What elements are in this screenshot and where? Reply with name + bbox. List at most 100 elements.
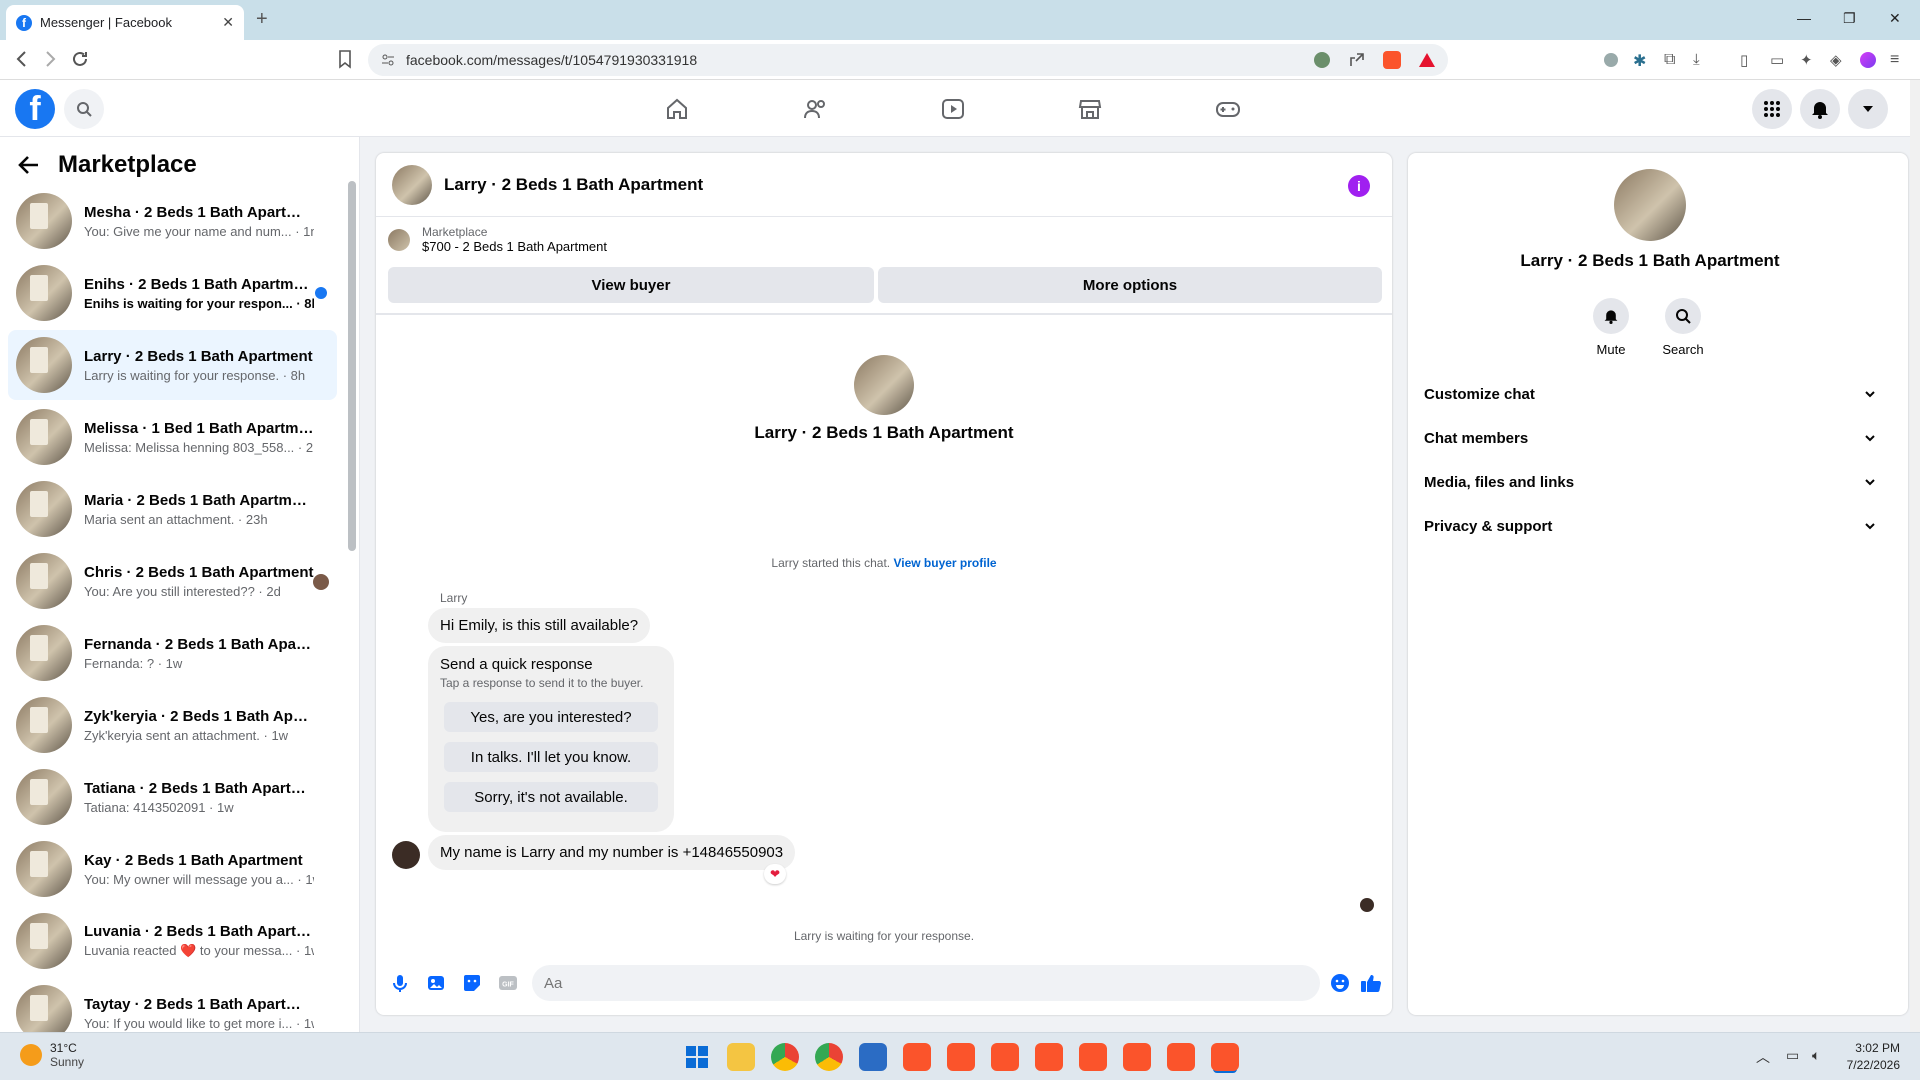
share-icon[interactable]: [1348, 51, 1366, 69]
notifications-bell-icon[interactable]: [1800, 89, 1840, 129]
profile-icon[interactable]: [1860, 52, 1876, 68]
conversation-item[interactable]: Larry · 2 Beds 1 Bath Apartment Larry is …: [8, 330, 337, 400]
home-icon[interactable]: [664, 96, 690, 122]
conversation-item[interactable]: Melissa · 1 Bed 1 Bath Apartment Melissa:…: [8, 402, 337, 472]
conversation-item[interactable]: Zyk'keryia · 2 Beds 1 Bath Apart... Zyk'k…: [8, 690, 337, 760]
mute-bell-icon[interactable]: [1593, 298, 1629, 334]
message-bubble[interactable]: My name is Larry and my number is +14846…: [428, 835, 796, 870]
conversation-item[interactable]: Maria · 2 Beds 1 Bath Apartment Maria sen…: [8, 474, 337, 544]
extension-icon[interactable]: [1314, 52, 1330, 68]
gif-icon[interactable]: GIF: [498, 973, 518, 993]
view-buyer-button[interactable]: View buyer: [388, 267, 874, 303]
minimize-icon[interactable]: —: [1797, 10, 1811, 26]
mute-button[interactable]: Mute: [1581, 298, 1641, 357]
account-dropdown-icon[interactable]: [1848, 89, 1888, 129]
customize-chat-section[interactable]: Customize chat: [1424, 374, 1876, 414]
browser-tab[interactable]: f Messenger | Facebook ✕: [6, 5, 244, 40]
reload-icon[interactable]: [70, 49, 90, 69]
heart-reaction-icon[interactable]: ❤: [764, 864, 786, 884]
forward-icon[interactable]: [40, 49, 60, 69]
brave-rewards-icon[interactable]: [1418, 51, 1436, 69]
friends-icon[interactable]: [802, 96, 828, 122]
chrome-profile-icon[interactable]: [815, 1043, 843, 1071]
marketplace-listing[interactable]: Marketplace $700 - 2 Beds 1 Bath Apartme…: [388, 225, 607, 254]
chat-members-section[interactable]: Chat members: [1424, 418, 1876, 458]
chat-header-name[interactable]: Larry · 2 Beds 1 Bath Apartment: [444, 175, 703, 195]
conversation-item[interactable]: Luvania · 2 Beds 1 Bath Apartment Luvania…: [8, 906, 337, 976]
brave-window-icon[interactable]: [1167, 1043, 1195, 1071]
sticker-icon[interactable]: [462, 973, 482, 993]
conversation-item[interactable]: Chris · 2 Beds 1 Bath Apartment You: Are …: [8, 546, 337, 616]
quick-response-option[interactable]: Yes, are you interested?: [444, 702, 658, 732]
marketplace-icon[interactable]: [1077, 96, 1103, 122]
start-icon[interactable]: [683, 1043, 711, 1071]
page-scrollbar[interactable]: [1910, 80, 1920, 1032]
conversation-item[interactable]: Taytay · 2 Beds 1 Bath Apartment You: If …: [8, 978, 337, 1032]
brave-window-icon[interactable]: [991, 1043, 1019, 1071]
notepad-icon[interactable]: [859, 1043, 887, 1071]
close-tab-icon[interactable]: ✕: [222, 14, 234, 31]
message-input[interactable]: [532, 965, 1320, 1001]
menu-icon[interactable]: ≡: [1890, 51, 1908, 69]
microphone-icon[interactable]: [390, 973, 410, 993]
brave-window-icon[interactable]: [1079, 1043, 1107, 1071]
watch-icon[interactable]: [940, 96, 966, 122]
search-icon[interactable]: [64, 89, 104, 129]
conversation-item[interactable]: Enihs · 2 Beds 1 Bath Apartment Enihs is …: [8, 258, 337, 328]
sender-avatar[interactable]: [392, 841, 420, 869]
wallet-icon[interactable]: ▭: [1770, 51, 1788, 69]
weather-widget[interactable]: 31°C Sunny: [20, 1041, 84, 1069]
quick-response-option[interactable]: Sorry, it's not available.: [444, 782, 658, 812]
info-avatar[interactable]: [1614, 169, 1686, 241]
media-files-links-section[interactable]: Media, files and links: [1424, 462, 1876, 502]
restore-icon[interactable]: ❐: [1843, 10, 1856, 27]
brave-window-icon[interactable]: [903, 1043, 931, 1071]
sidebar-toggle-icon[interactable]: ▯: [1740, 51, 1758, 69]
menu-grid-icon[interactable]: [1752, 89, 1792, 129]
back-icon[interactable]: [12, 49, 32, 69]
network-icon[interactable]: ▭: [1786, 1047, 1799, 1064]
privacy-support-section[interactable]: Privacy & support: [1424, 506, 1876, 546]
conversation-item[interactable]: Kay · 2 Beds 1 Bath Apartment You: My own…: [8, 834, 337, 904]
chrome-icon[interactable]: [771, 1043, 799, 1071]
photo-icon[interactable]: [426, 973, 446, 993]
vpn-icon[interactable]: ◈: [1830, 51, 1848, 69]
site-settings-icon[interactable]: [380, 52, 396, 68]
url-field[interactable]: facebook.com/messages/t/1054791930331918: [368, 44, 1448, 76]
window-close-icon[interactable]: ✕: [1889, 10, 1901, 27]
chat-header-avatar[interactable]: [392, 164, 432, 205]
brave-window-active-icon[interactable]: [1211, 1043, 1239, 1071]
puzzle-icon[interactable]: ⧉: [1664, 51, 1682, 69]
search-chat-button[interactable]: Search: [1653, 298, 1713, 357]
gaming-icon[interactable]: [1215, 96, 1241, 122]
conversation-info-icon[interactable]: i: [1348, 175, 1370, 197]
conversation-item[interactable]: Fernanda · 2 Beds 1 Bath Apart... Fernand…: [8, 618, 337, 688]
message-bubble[interactable]: Hi Emily, is this still available?: [428, 608, 651, 643]
back-arrow-icon[interactable]: [18, 155, 40, 175]
brave-window-icon[interactable]: [1035, 1043, 1063, 1071]
leo-ai-icon[interactable]: ✦: [1800, 51, 1818, 69]
conversation-item[interactable]: Tatiana · 2 Beds 1 Bath Apartment Tatiana…: [8, 762, 337, 832]
brave-shield-icon[interactable]: [1383, 51, 1401, 69]
bookmark-icon[interactable]: [336, 49, 354, 69]
brave-window-icon[interactable]: [947, 1043, 975, 1071]
facebook-logo-icon[interactable]: f: [15, 89, 55, 129]
more-options-button[interactable]: More options: [878, 267, 1382, 303]
brave-window-icon[interactable]: [1123, 1043, 1151, 1071]
extension-dot-icon[interactable]: [1604, 53, 1618, 67]
tray-overflow-icon[interactable]: ︿: [1756, 1047, 1770, 1067]
thumbs-up-icon[interactable]: [1360, 973, 1382, 993]
quick-response-option[interactable]: In talks. I'll let you know.: [444, 742, 658, 772]
search-chat-icon[interactable]: [1665, 298, 1701, 334]
emoji-icon[interactable]: [1330, 973, 1350, 993]
downloads-icon[interactable]: ⤓: [1693, 51, 1711, 69]
sidebar-scrollbar[interactable]: [348, 181, 356, 551]
new-tab-button[interactable]: +: [256, 8, 268, 31]
chat-center-avatar[interactable]: [854, 355, 914, 415]
system-clock[interactable]: 3:02 PM 7/22/2026: [1847, 1040, 1900, 1074]
conversation-item[interactable]: Mesha · 2 Beds 1 Bath Apartment You: Give…: [8, 186, 337, 256]
translate-icon[interactable]: ✱: [1633, 51, 1651, 70]
view-buyer-profile-link[interactable]: View buyer profile: [893, 556, 996, 570]
file-explorer-icon[interactable]: [727, 1043, 755, 1071]
volume-icon[interactable]: 🔈︎: [1812, 1047, 1820, 1064]
